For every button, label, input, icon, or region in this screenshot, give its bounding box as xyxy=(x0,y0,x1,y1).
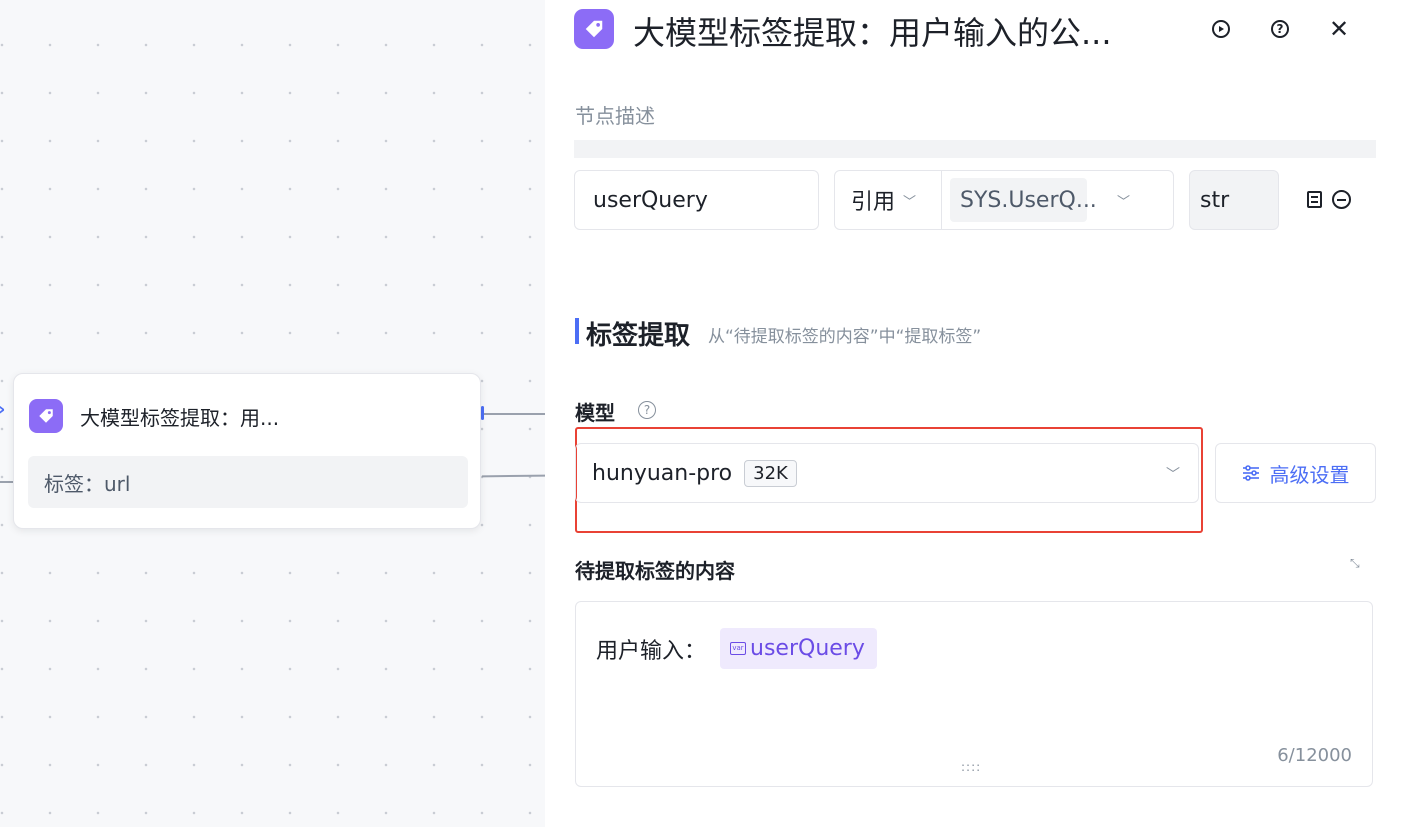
chevron-down-icon: ﹀ xyxy=(903,194,917,210)
section-title: 标签提取 xyxy=(586,321,691,351)
run-button[interactable] xyxy=(1206,14,1236,44)
question-circle-icon[interactable]: ? xyxy=(638,401,656,419)
advanced-settings-label: 高级设置 xyxy=(1269,462,1350,487)
chevron-down-icon: ﹀ xyxy=(1117,194,1131,210)
incoming-edge xyxy=(0,481,14,483)
ref-value: SYS.UserQ... xyxy=(950,178,1097,222)
ref-value-select[interactable]: SYS.UserQ... ﹀ xyxy=(942,178,1173,222)
sliders-icon xyxy=(1242,465,1260,481)
remove-circle-icon[interactable] xyxy=(1332,190,1351,209)
model-label: 模型 xyxy=(575,401,615,425)
ref-mode-label: 引用 xyxy=(851,190,896,215)
question-circle-icon: ? xyxy=(1271,20,1289,38)
incoming-arrow-icon: › xyxy=(0,400,5,420)
output-handle[interactable] xyxy=(481,406,484,420)
ref-mode-select[interactable]: 引用 ﹀ xyxy=(835,171,942,229)
content-label: 待提取标签的内容 xyxy=(575,559,735,583)
workflow-node[interactable]: 大模型标签提取：用... 标签：url xyxy=(13,373,481,529)
description-divider xyxy=(574,140,1376,158)
param-name-input[interactable]: userQuery xyxy=(574,170,819,230)
workflow-canvas[interactable]: › 大模型标签提取：用... 标签：url xyxy=(0,0,545,827)
help-button[interactable]: ? xyxy=(1265,14,1295,44)
outgoing-edge xyxy=(481,474,545,478)
model-name: hunyuan-pro xyxy=(592,460,733,486)
resize-handle[interactable]: :::: xyxy=(961,760,981,774)
tag-icon xyxy=(29,399,63,433)
section-hint: 从“待提取标签的内容”中“提取标签” xyxy=(708,327,982,347)
node-config-panel: 大模型标签提取：用户输入的公... ? ✕ 节点描述 userQuery 引用 … xyxy=(545,0,1401,827)
chevron-down-icon: ﹀ xyxy=(1166,467,1180,483)
param-type-field: str xyxy=(1189,170,1279,230)
content-prefix: 用户输入： xyxy=(596,638,707,664)
variable-name: userQuery xyxy=(750,636,865,661)
model-select[interactable]: hunyuan-pro 32K ﹀ xyxy=(575,443,1199,503)
close-icon: ✕ xyxy=(1328,15,1350,43)
variable-chip[interactable]: var userQuery xyxy=(720,628,877,669)
section-accent xyxy=(575,318,579,344)
play-circle-icon xyxy=(1212,20,1230,38)
document-icon[interactable] xyxy=(1307,191,1322,208)
close-button[interactable]: ✕ xyxy=(1324,14,1354,44)
context-length-badge: 32K xyxy=(744,459,797,487)
advanced-settings-button[interactable]: 高级设置 xyxy=(1215,443,1376,503)
node-tag-summary: 标签：url xyxy=(28,456,468,508)
description-input[interactable]: 节点描述 xyxy=(575,100,655,129)
expand-icon[interactable]: ⤡ xyxy=(1350,557,1362,569)
variable-icon: var xyxy=(730,642,747,655)
panel-title[interactable]: 大模型标签提取：用户输入的公... xyxy=(633,8,1112,54)
tag-icon xyxy=(574,9,614,49)
node-title: 大模型标签提取：用... xyxy=(80,406,280,430)
content-editor[interactable]: 用户输入： var userQuery :::: 6/12000 xyxy=(575,601,1373,787)
character-count: 6/12000 xyxy=(1277,745,1352,766)
param-reference-group: 引用 ﹀ SYS.UserQ... ﹀ xyxy=(834,170,1174,230)
outgoing-edge xyxy=(482,413,545,415)
content-text: 用户输入： var userQuery xyxy=(596,628,877,669)
